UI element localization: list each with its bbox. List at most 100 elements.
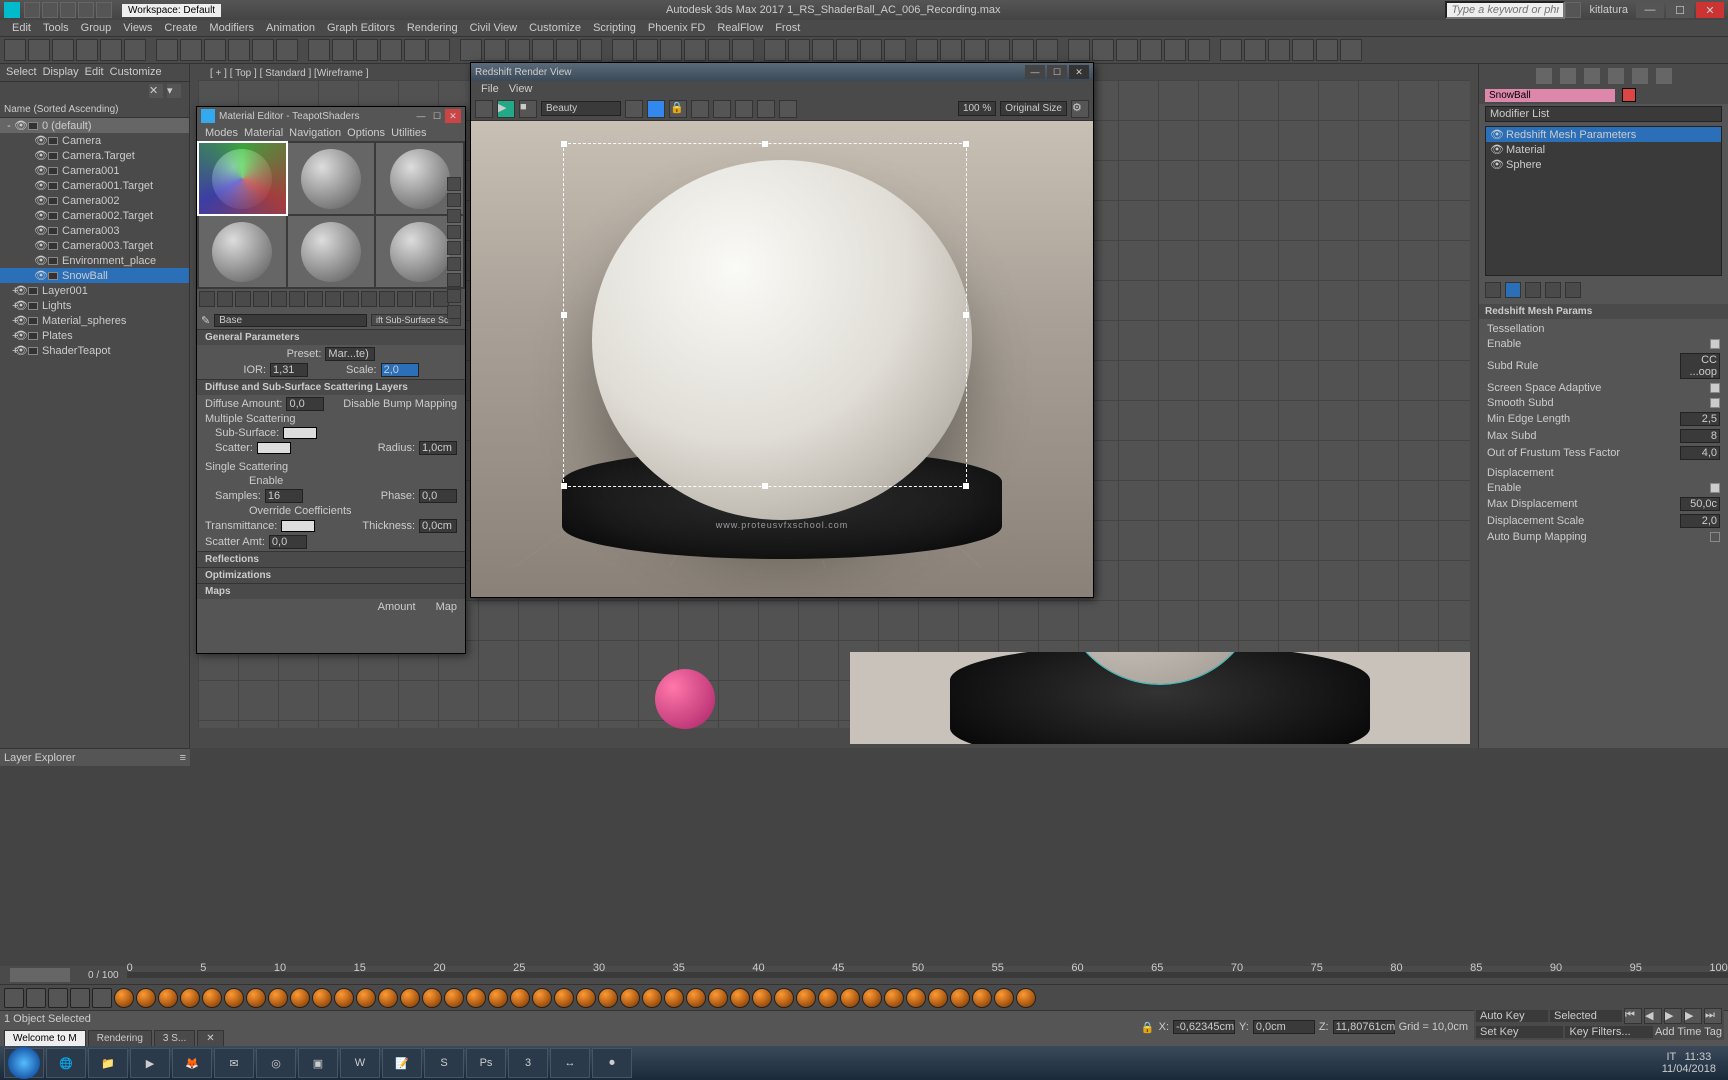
redshift-render-view[interactable]: Redshift Render View — ☐ ✕ FileView ▶ ■ … xyxy=(470,62,1094,598)
render-view-titlebar[interactable]: Redshift Render View — ☐ ✕ xyxy=(471,63,1093,81)
transmittance-swatch[interactable] xyxy=(281,520,315,532)
fx-btn-27[interactable] xyxy=(708,988,728,1008)
tab-current[interactable]: 3 S... xyxy=(154,1030,195,1046)
key-filters-button[interactable]: Key Filters... xyxy=(1565,1026,1652,1038)
toolbar-button-23[interactable] xyxy=(580,39,602,61)
taskbar-3dsmax-icon[interactable]: 3 xyxy=(508,1048,548,1078)
outline-item-environment-place[interactable]: 👁Environment_place xyxy=(0,253,189,268)
fx-btn-24[interactable] xyxy=(642,988,662,1008)
fx-btn-19[interactable] xyxy=(532,988,552,1008)
matedit-sidebtn-7[interactable] xyxy=(447,289,461,303)
user-name[interactable]: kitlatura xyxy=(1589,4,1628,16)
fx-btn-31[interactable] xyxy=(796,988,816,1008)
fx-btn-35[interactable] xyxy=(884,988,904,1008)
workspace-dropdown[interactable]: Workspace: Default xyxy=(122,4,221,17)
outline-item-camera003[interactable]: 👁Camera003 xyxy=(0,223,189,238)
toolbar-button-25[interactable] xyxy=(636,39,658,61)
oof-spinner[interactable]: 4,0 xyxy=(1680,446,1720,460)
rv-ipr-icon[interactable] xyxy=(647,100,665,118)
matedit-hbtn-8[interactable] xyxy=(343,291,359,307)
taskbar-ie-icon[interactable]: 🌐 xyxy=(46,1048,86,1078)
toolbar-button-12[interactable] xyxy=(308,39,330,61)
start-button[interactable] xyxy=(4,1048,44,1078)
scene-tab-edit[interactable]: Edit xyxy=(85,66,104,79)
toolbar-button-49[interactable] xyxy=(1244,39,1266,61)
add-time-tag[interactable]: Add Time Tag xyxy=(1655,1026,1722,1038)
fx-btn-32[interactable] xyxy=(818,988,838,1008)
toolbar-button-10[interactable] xyxy=(252,39,274,61)
matedit-hbtn-9[interactable] xyxy=(361,291,377,307)
outline-item-layer001[interactable]: +👁Layer001 xyxy=(0,283,189,298)
samples-spinner[interactable]: 16 xyxy=(265,489,303,503)
toolbar-button-28[interactable] xyxy=(708,39,730,61)
taskbar-word-icon[interactable]: W xyxy=(340,1048,380,1078)
outline-item-camera001-target[interactable]: 👁Camera001.Target xyxy=(0,178,189,193)
matedit-sidebtn-3[interactable] xyxy=(447,225,461,239)
menu-scripting[interactable]: Scripting xyxy=(589,22,640,34)
outline-item-plates[interactable]: +👁Plates xyxy=(0,328,189,343)
diffuse-amount-spinner[interactable]: 0,0 xyxy=(286,397,324,411)
fx-btn-20[interactable] xyxy=(554,988,574,1008)
rv-snapshot-icon[interactable] xyxy=(691,100,709,118)
fx-btn-9[interactable] xyxy=(312,988,332,1008)
infocenter-icon[interactable] xyxy=(1565,2,1581,18)
viewport-gizmo-sphere[interactable] xyxy=(655,669,715,729)
fx-btn-10[interactable] xyxy=(334,988,354,1008)
pick-material-icon[interactable]: ✎ xyxy=(201,314,210,327)
show-end-result-icon[interactable] xyxy=(1505,282,1521,298)
fx-btn-14[interactable] xyxy=(422,988,442,1008)
toolbar-button-2[interactable] xyxy=(52,39,74,61)
matedit-hbtn-2[interactable] xyxy=(235,291,251,307)
toolbar-button-43[interactable] xyxy=(1092,39,1114,61)
fx-btn-38[interactable] xyxy=(950,988,970,1008)
menu-animation[interactable]: Animation xyxy=(262,22,319,34)
goto-end-icon[interactable]: ⏭ xyxy=(1704,1008,1722,1024)
max-disp-spinner[interactable]: 50,0c xyxy=(1680,497,1720,511)
windows-taskbar[interactable]: 🌐 📁 ▶ 🦊 ✉ ◎ ▣ W 📝 S Ps 3 ↔ ⏺ IT 11:33 11… xyxy=(0,1046,1728,1080)
rv-settings-icon[interactable]: ⚙ xyxy=(1071,100,1089,118)
fx-btn-6[interactable] xyxy=(246,988,266,1008)
smooth-checkbox[interactable] xyxy=(1710,398,1720,408)
rv-size-dropdown[interactable]: Original Size xyxy=(1000,101,1067,116)
matedit-menu-options[interactable]: Options xyxy=(347,127,385,139)
rollout-header[interactable]: Redshift Mesh Params xyxy=(1479,304,1728,319)
toolbar-button-36[interactable] xyxy=(916,39,938,61)
toolbar-button-41[interactable] xyxy=(1036,39,1058,61)
menu-edit[interactable]: Edit xyxy=(8,22,35,34)
menu-graph-editors[interactable]: Graph Editors xyxy=(323,22,399,34)
material-editor-window[interactable]: Material Editor - TeapotShaders — ☐ ✕ Mo… xyxy=(196,106,466,654)
matedit-hbtn-10[interactable] xyxy=(379,291,395,307)
rv-menu-file[interactable]: File xyxy=(481,83,499,95)
toolbar-button-21[interactable] xyxy=(532,39,554,61)
fx-btn-29[interactable] xyxy=(752,988,772,1008)
make-unique-icon[interactable] xyxy=(1525,282,1541,298)
search-input[interactable] xyxy=(1445,1,1565,19)
taskbar-recorder-icon[interactable]: ⏺ xyxy=(592,1048,632,1078)
matedit-sidebtn-1[interactable] xyxy=(447,193,461,207)
matedit-hbtn-11[interactable] xyxy=(397,291,413,307)
toolbar-button-9[interactable] xyxy=(228,39,250,61)
outline-item-camera[interactable]: 👁Camera xyxy=(0,133,189,148)
fx-btn-22[interactable] xyxy=(598,988,618,1008)
matedit-hbtn-6[interactable] xyxy=(307,291,323,307)
filter-funnel-icon[interactable]: ▾ xyxy=(167,84,181,98)
fx-btn-33[interactable] xyxy=(840,988,860,1008)
outline-item-material-spheres[interactable]: +👁Material_spheres xyxy=(0,313,189,328)
coord-z[interactable]: 11,80761cm xyxy=(1333,1020,1395,1034)
modifier-stack[interactable]: 👁Redshift Mesh Parameters👁Material👁Spher… xyxy=(1485,126,1722,276)
toolbar-button-19[interactable] xyxy=(484,39,506,61)
toolbar-button-46[interactable] xyxy=(1164,39,1186,61)
viewport-perspective[interactable] xyxy=(850,652,1470,744)
toolbar-button-32[interactable] xyxy=(812,39,834,61)
maxscript-mini-listener[interactable]: Welcome to M xyxy=(4,1030,86,1046)
matedit-hbtn-1[interactable] xyxy=(217,291,233,307)
menu-create[interactable]: Create xyxy=(160,22,201,34)
outline-item-snowball[interactable]: 👁SnowBall xyxy=(0,268,189,283)
toolbar-button-30[interactable] xyxy=(764,39,786,61)
toolbar-button-24[interactable] xyxy=(612,39,634,61)
matedit-menu-material[interactable]: Material xyxy=(244,127,283,139)
transport-btn-0[interactable] xyxy=(4,988,24,1008)
fx-btn-0[interactable] xyxy=(114,988,134,1008)
matedit-hbtn-4[interactable] xyxy=(271,291,287,307)
prev-frame-icon[interactable]: ◀ xyxy=(1644,1008,1662,1024)
